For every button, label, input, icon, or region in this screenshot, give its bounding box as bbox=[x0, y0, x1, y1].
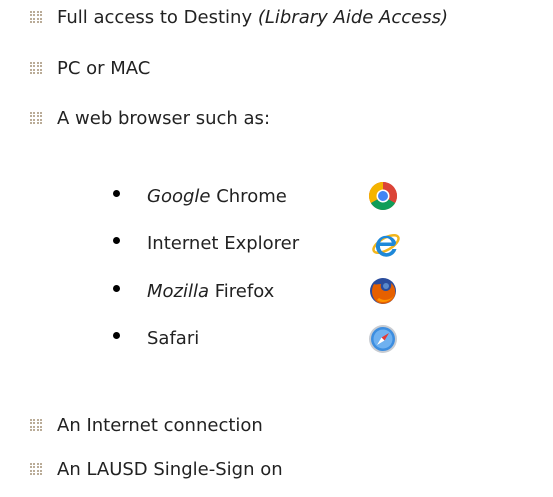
round-bullet-icon bbox=[113, 236, 120, 244]
square-bullet-icon bbox=[30, 62, 43, 74]
browser-name: Google Chrome bbox=[147, 186, 287, 207]
square-bullet-icon bbox=[30, 419, 43, 431]
chrome-icon bbox=[369, 182, 397, 210]
requirement-item: PC or MAC bbox=[30, 57, 150, 81]
requirement-item: An Internet connection bbox=[30, 414, 263, 438]
browser-name: Safari bbox=[147, 328, 200, 349]
requirement-text: An Internet connection bbox=[57, 415, 263, 436]
browser-item: Mozilla Firefox bbox=[113, 280, 274, 304]
browser-item: Google Chrome bbox=[113, 185, 287, 209]
requirement-item: An LAUSD Single-Sign on bbox=[30, 458, 283, 482]
square-bullet-icon bbox=[30, 11, 43, 23]
round-bullet-icon bbox=[113, 284, 120, 292]
requirement-text: An LAUSD Single-Sign on bbox=[57, 459, 283, 480]
round-bullet-icon bbox=[113, 189, 120, 197]
requirement-item: Full access to Destiny (Library Aide Acc… bbox=[30, 6, 448, 30]
square-bullet-icon bbox=[30, 463, 43, 475]
square-bullet-icon bbox=[30, 112, 43, 124]
requirement-item: A web browser such as: bbox=[30, 107, 270, 131]
firefox-icon bbox=[370, 278, 396, 304]
round-bullet-icon bbox=[113, 331, 120, 339]
browser-name: Mozilla Firefox bbox=[147, 281, 275, 302]
browser-item: Internet Explorer bbox=[113, 232, 299, 256]
requirement-text: A web browser such as: bbox=[57, 108, 271, 129]
browser-name: Internet Explorer bbox=[147, 233, 300, 254]
browser-item: Safari bbox=[113, 327, 199, 351]
internet-explorer-icon bbox=[372, 234, 400, 257]
safari-icon bbox=[369, 325, 397, 353]
requirement-text: PC or MAC bbox=[57, 58, 151, 79]
requirement-text: Full access to Destiny (Library Aide Acc… bbox=[57, 7, 449, 28]
